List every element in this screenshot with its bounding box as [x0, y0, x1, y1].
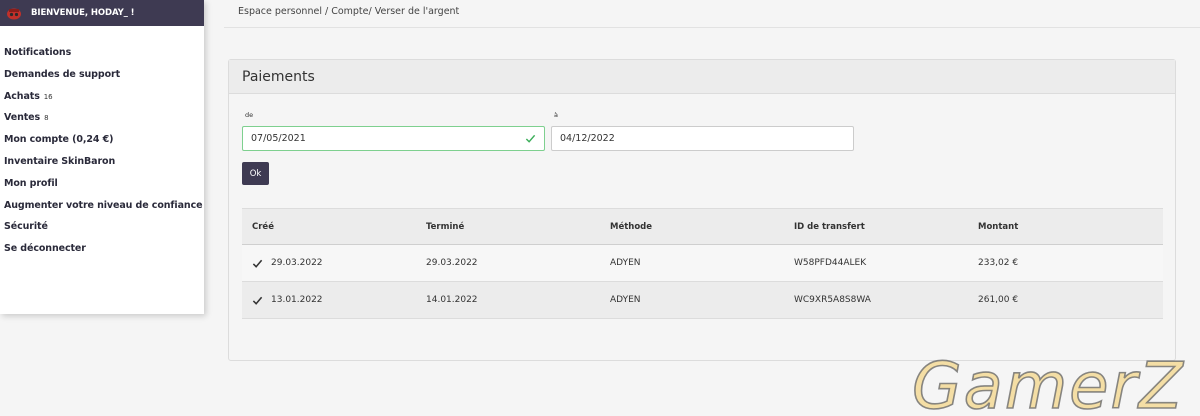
- to-date-field[interactable]: 04/12/2022: [551, 126, 854, 151]
- finished-cell: 14.01.2022: [426, 295, 478, 305]
- sidebar-item-label: Sécurité: [4, 221, 48, 233]
- column-header[interactable]: Créé: [242, 222, 426, 232]
- sidebar-header: BIENVENUE, HODAY_ !: [0, 0, 204, 26]
- sidebar: BIENVENUE, HODAY_ ! Notifications Demand…: [0, 0, 204, 314]
- column-header[interactable]: Terminé: [426, 222, 610, 232]
- from-date-label: de: [245, 111, 254, 119]
- sidebar-item-label: Demandes de support: [4, 68, 121, 80]
- check-icon: [525, 134, 536, 143]
- gamerz-watermark: GamerZ: [911, 349, 1185, 416]
- payments-table: Créé Terminé Méthode ID de transfert Mon…: [242, 208, 1163, 319]
- count-badge: 8: [44, 114, 49, 123]
- sidebar-item-label: Ventes: [4, 112, 41, 124]
- sidebar-item-label: Se déconnecter: [4, 243, 86, 255]
- to-date-value: 04/12/2022: [560, 133, 615, 144]
- method-cell: ADYEN: [610, 258, 641, 268]
- table-row: 29.03.2022 29.03.2022 ADYEN W58PFD44ALEK…: [242, 245, 1163, 282]
- panel-header: Paiements: [229, 60, 1175, 94]
- sidebar-item-achats[interactable]: Achats 16: [0, 90, 204, 112]
- sidebar-item-notifications[interactable]: Notifications: [0, 46, 204, 68]
- topbar: Espace personnel / Compte/ Verser de l'a…: [224, 0, 1200, 28]
- sidebar-item-label: Mon profil: [4, 177, 58, 189]
- column-header[interactable]: ID de transfert: [794, 222, 978, 232]
- created-date: 29.03.2022: [271, 258, 323, 268]
- sidebar-item-confiance[interactable]: Augmenter votre niveau de confiance: [0, 199, 204, 221]
- created-cell: 29.03.2022: [242, 258, 426, 269]
- finished-cell: 29.03.2022: [426, 258, 478, 268]
- sidebar-item-inventaire[interactable]: Inventaire SkinBaron: [0, 155, 204, 177]
- ok-button[interactable]: Ok: [242, 162, 269, 185]
- method-cell: ADYEN: [610, 295, 641, 305]
- sidebar-item-label: Mon compte (0,24 €): [4, 134, 114, 146]
- amount-cell: 233,02 €: [978, 258, 1019, 268]
- created-date: 13.01.2022: [271, 295, 323, 305]
- sidebar-item-label: Achats: [4, 90, 40, 102]
- from-date-field[interactable]: 07/05/2021: [242, 126, 545, 151]
- sidebar-item-deconnecter[interactable]: Se déconnecter: [0, 242, 204, 264]
- transfer-id-cell: W58PFD44ALEK: [794, 258, 867, 268]
- amount-cell: 261,00 €: [978, 295, 1019, 305]
- welcome-text: BIENVENUE, HODAY_ !: [31, 8, 135, 18]
- column-header[interactable]: Méthode: [610, 222, 794, 232]
- sidebar-nav: Notifications Demandes de support Achats…: [0, 26, 204, 264]
- sidebar-item-label: Inventaire SkinBaron: [4, 155, 116, 167]
- check-icon: [252, 296, 263, 305]
- count-badge: 16: [43, 92, 53, 101]
- column-header[interactable]: Montant: [978, 222, 1163, 232]
- sidebar-item-securite[interactable]: Sécurité: [0, 220, 204, 242]
- sidebar-item-support[interactable]: Demandes de support: [0, 68, 204, 90]
- table-header: Créé Terminé Méthode ID de transfert Mon…: [242, 208, 1163, 245]
- breadcrumb: Espace personnel / Compte/ Verser de l'a…: [238, 6, 460, 17]
- payments-panel: Paiements de 07/05/2021 à 04/12/2022 Ok …: [228, 59, 1176, 361]
- to-date-label: à: [554, 111, 558, 119]
- sidebar-item-label: Notifications: [4, 47, 72, 58]
- sidebar-item-profil[interactable]: Mon profil: [0, 177, 204, 199]
- from-date-value: 07/05/2021: [251, 133, 306, 144]
- check-icon: [252, 259, 263, 268]
- sidebar-item-mon-compte[interactable]: Mon compte (0,24 €): [0, 133, 204, 155]
- created-cell: 13.01.2022: [242, 295, 426, 306]
- watermark-text: GamerZ: [912, 350, 1185, 416]
- sidebar-item-label: Augmenter votre niveau de confiance: [4, 199, 203, 211]
- table-row: 13.01.2022 14.01.2022 ADYEN WC9XR5A8S8WA…: [242, 282, 1163, 319]
- transfer-id-cell: WC9XR5A8S8WA: [794, 295, 871, 305]
- sidebar-item-ventes[interactable]: Ventes 8: [0, 111, 204, 133]
- page-title: Paiements: [242, 68, 315, 85]
- avatar[interactable]: [6, 6, 22, 20]
